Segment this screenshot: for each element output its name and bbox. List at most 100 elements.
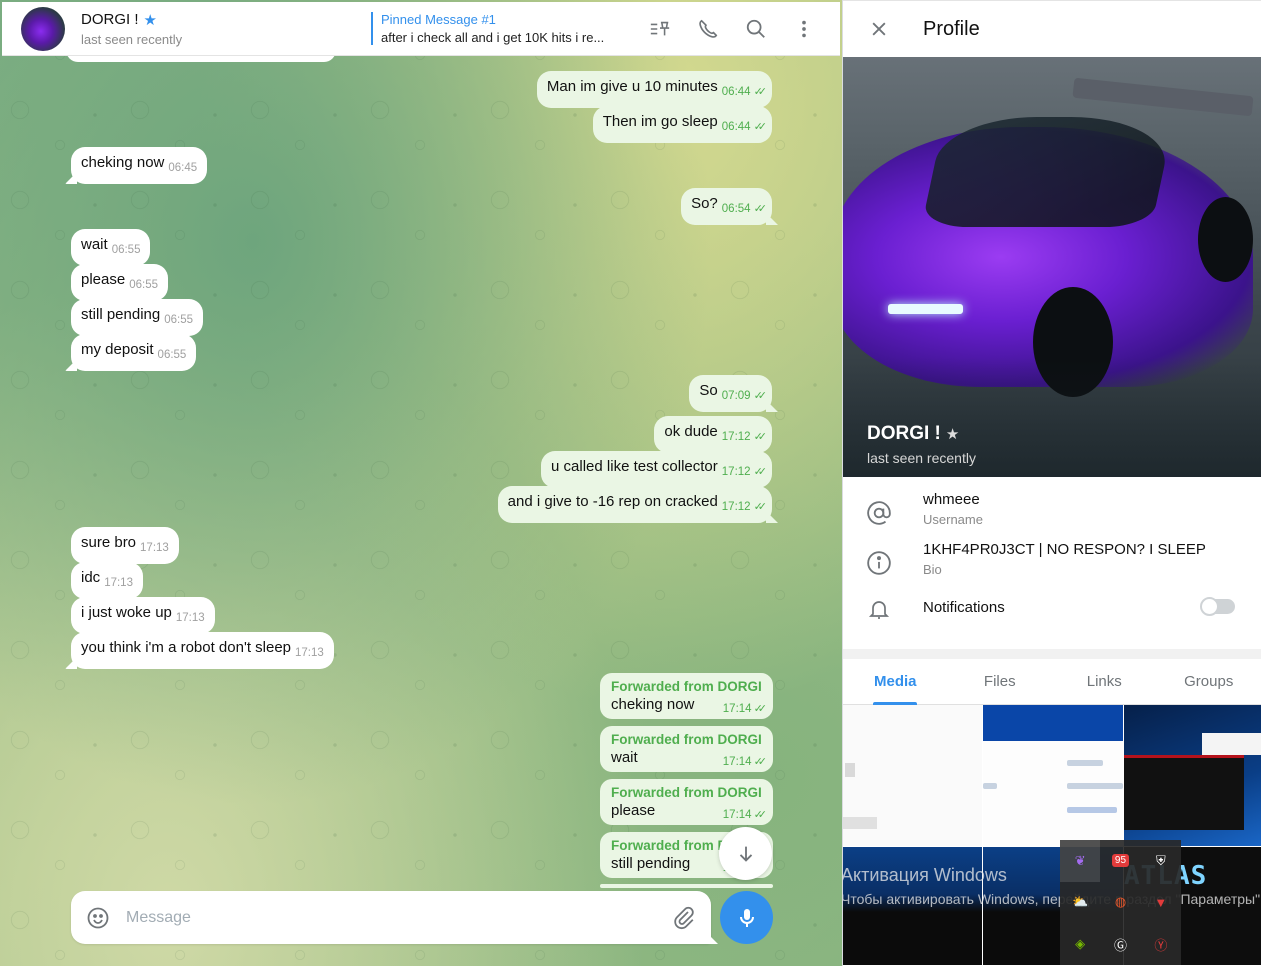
- photo-car-headlight: [888, 304, 963, 314]
- chat-panel: DORGI ! ★ last seen recently Pinned Mess…: [0, 0, 842, 966]
- incoming-message[interactable]: cheking now 06:45: [71, 147, 208, 184]
- logitech-icon[interactable]: Ⓖ: [1100, 923, 1140, 965]
- scroll-to-bottom-button[interactable]: [719, 827, 772, 880]
- premium-star-icon: ★: [143, 11, 157, 29]
- outgoing-message[interactable]: u called like test collector 17:12 ✓✓: [541, 451, 772, 488]
- forwarded-from-label[interactable]: Forwarded from DORGI !: [611, 679, 762, 694]
- message-time: 17:13: [295, 647, 324, 659]
- incoming-message[interactable]: wait 06:55: [71, 229, 151, 266]
- peer-status: last seen recently: [81, 31, 183, 47]
- message-text: So?: [691, 195, 718, 212]
- message-text: cheking now: [81, 154, 165, 171]
- chat-header: DORGI ! ★ last seen recently Pinned Mess…: [2, 2, 840, 56]
- tab-links[interactable]: Links: [1052, 659, 1157, 704]
- ccleaner-icon[interactable]: ◍: [1100, 882, 1140, 924]
- media-thumbnail[interactable]: [983, 705, 1123, 846]
- muted-cloud-icon[interactable]: ⛅: [1060, 882, 1100, 924]
- shared-media-tabs: Media Files Links Groups: [843, 659, 1261, 705]
- avatar[interactable]: [21, 6, 65, 51]
- phone-icon: [699, 19, 718, 38]
- smile-icon: [87, 907, 109, 928]
- forwarded-message[interactable]: Forwarded from DORGI ! cheking now 17:14 ✓✓: [600, 673, 773, 719]
- profile-header: Profile: [843, 0, 1261, 57]
- paperclip-icon: [674, 906, 694, 929]
- outgoing-message[interactable]: So? 06:54 ✓✓: [681, 188, 772, 225]
- incoming-message[interactable]: please 06:55: [71, 264, 168, 301]
- username-value: whmeee: [923, 491, 980, 508]
- feather-app-icon[interactable]: ❦: [1060, 840, 1101, 882]
- voice-record-button[interactable]: [720, 891, 773, 944]
- forwarded-message[interactable]: Forwarded from DORGI ! please 17:14 ✓✓: [600, 779, 773, 825]
- incoming-message[interactable]: you think i'm a robot don't sleep 17:13: [71, 632, 334, 669]
- peer-name: DORGI !: [81, 11, 139, 28]
- close-profile-button[interactable]: [859, 9, 899, 49]
- message-input[interactable]: [126, 908, 671, 927]
- read-checkmarks-icon: ✓✓: [753, 203, 768, 215]
- pinned-message[interactable]: Pinned Message #1 after i check all and …: [371, 12, 626, 45]
- yandex-browser-icon[interactable]: Ⓨ: [1141, 923, 1181, 965]
- pinned-list-button[interactable]: [636, 5, 684, 53]
- tab-groups[interactable]: Groups: [1157, 659, 1261, 704]
- pinned-text: after i check all and i get 10K hits i r…: [381, 30, 605, 45]
- message-time: 06:44: [721, 121, 751, 133]
- tab-media[interactable]: Media: [843, 659, 948, 704]
- incoming-message[interactable]: i just woke up 17:13: [71, 597, 215, 634]
- message-text: still pending: [611, 855, 691, 872]
- tab-files[interactable]: Files: [948, 659, 1053, 704]
- message-time: 17:12: [721, 431, 751, 443]
- message-text: Then im go sleep: [602, 113, 718, 130]
- message-text: my deposit: [81, 341, 154, 358]
- bio-row[interactable]: 1KHF4PR0J3CT | NO RESPON? I SLEEP Bio: [843, 541, 1261, 577]
- bio-value: 1KHF4PR0J3CT | NO RESPON? I SLEEP: [923, 541, 1206, 558]
- message-time: 17:13: [175, 612, 205, 624]
- media-thumbnail[interactable]: [843, 705, 982, 846]
- profile-status: last seen recently: [867, 450, 976, 466]
- outgoing-message[interactable]: and i give to -16 rep on cracked 17:12 ✓✓: [497, 486, 772, 523]
- outgoing-message[interactable]: Then im go sleep 06:44 ✓✓: [592, 106, 772, 143]
- media-thumbnail[interactable]: [1124, 705, 1261, 846]
- message-meta: 17:13: [295, 644, 324, 662]
- incoming-message[interactable]: idc 17:13: [71, 562, 143, 599]
- message-meta: 06:54 ✓✓: [721, 200, 768, 218]
- close-icon: [872, 22, 886, 36]
- system-tray-popup: ❦ 95 ⛨ ⛅ ◍ ▼ ◈ Ⓖ Ⓨ: [1060, 840, 1181, 965]
- pinned-title: Pinned Message #1: [381, 12, 496, 27]
- shield-warning-icon[interactable]: ⛨: [1141, 840, 1181, 882]
- notifications-toggle[interactable]: [1200, 597, 1235, 616]
- call-button[interactable]: [684, 5, 732, 53]
- message-text: cheking now: [611, 696, 695, 713]
- message-meta: 17:13: [104, 574, 133, 592]
- microphone-icon: [739, 908, 754, 927]
- search-button[interactable]: [732, 5, 780, 53]
- nvidia-icon[interactable]: ◈: [1060, 923, 1100, 965]
- outgoing-message[interactable]: ok dude 17:12 ✓✓: [654, 416, 772, 453]
- message-time: 06:54: [721, 203, 751, 215]
- profile-photo[interactable]: DORGI ! ★ last seen recently: [843, 57, 1261, 477]
- incoming-message[interactable]: sure bro 17:13: [71, 527, 179, 564]
- message-composer: [71, 891, 711, 944]
- pinned-list-icon: [650, 21, 670, 35]
- red-arrow-icon[interactable]: ▼: [1141, 882, 1181, 924]
- media-grid: ATLAS Активация Windows Чтобы активирова…: [843, 705, 1261, 965]
- message-meta: 06:55: [164, 311, 193, 329]
- outgoing-message[interactable]: Man im give u 10 minutes 06:44 ✓✓: [536, 71, 772, 108]
- incoming-message[interactable]: still pending 06:55: [71, 299, 203, 336]
- more-button[interactable]: [780, 5, 828, 53]
- chat-peer-info[interactable]: DORGI ! ★ last seen recently: [81, 11, 361, 47]
- forwarded-message[interactable]: Forwarded from DORGI ! wait 17:14 ✓✓: [600, 726, 773, 772]
- username-row[interactable]: whmeee Username: [843, 491, 1261, 527]
- forwarded-from-label[interactable]: Forwarded from DORGI !: [611, 785, 762, 800]
- incoming-message[interactable]: my deposit 06:55: [71, 334, 197, 371]
- notification-badge-icon[interactable]: 95: [1100, 840, 1140, 882]
- forwarded-from-label[interactable]: Forwarded from DORGI !: [611, 732, 762, 747]
- message-meta: 07:09 ✓✓: [722, 387, 767, 405]
- profile-panel: Profile DORGI ! ★ last seen recently whm…: [842, 0, 1261, 966]
- emoji-button[interactable]: [85, 905, 111, 931]
- notifications-row[interactable]: Notifications: [843, 587, 1261, 629]
- message-text: Man im give u 10 minutes: [546, 78, 718, 95]
- username-label: Username: [923, 512, 983, 527]
- message-time: 17:12: [721, 501, 751, 513]
- attach-button[interactable]: [671, 905, 697, 931]
- outgoing-message[interactable]: So 07:09 ✓✓: [689, 375, 772, 412]
- message-text: and i give to -16 rep on cracked: [507, 493, 718, 510]
